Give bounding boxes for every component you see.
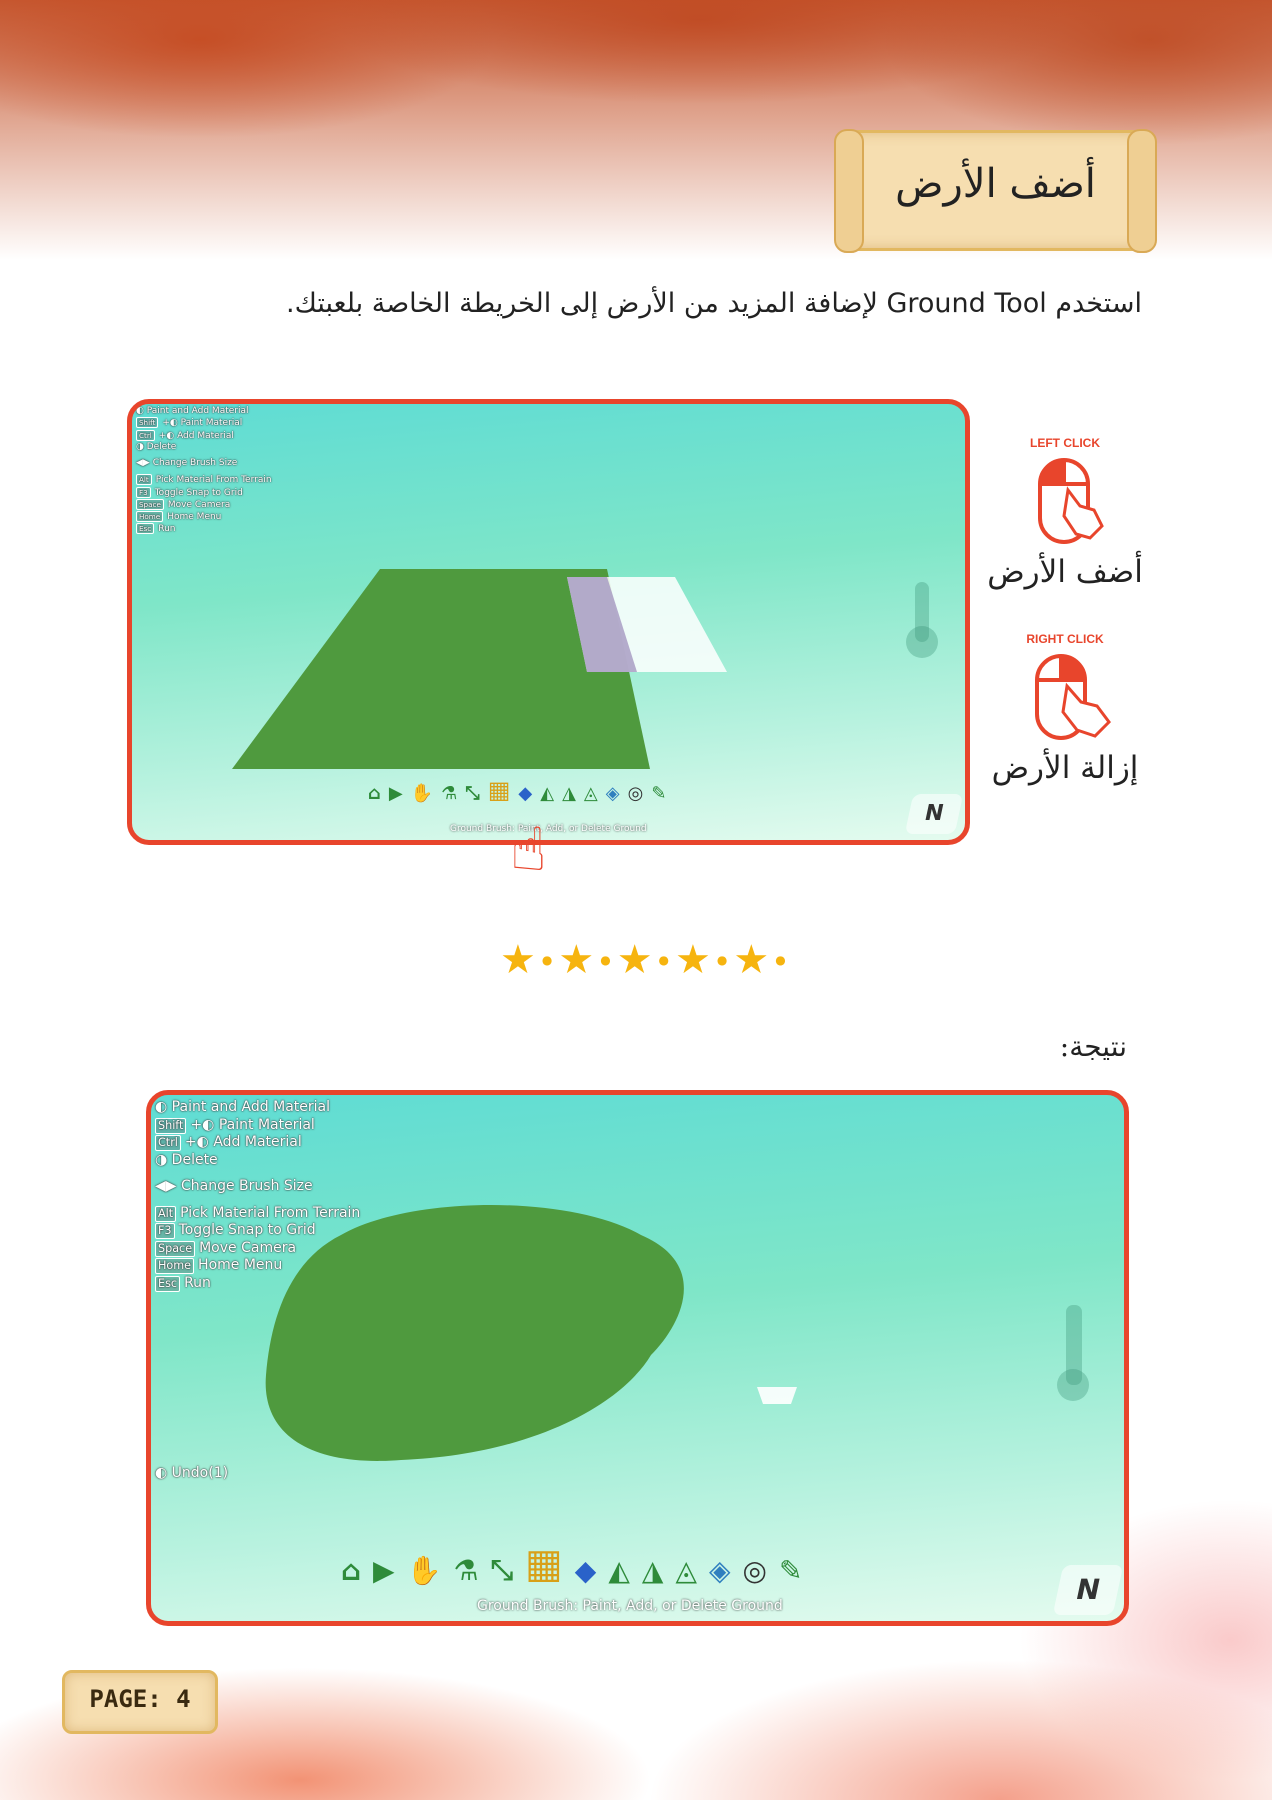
dot-icon: ● <box>600 953 611 967</box>
terrain-smooth-icon[interactable]: ◬ <box>584 783 598 804</box>
hand-icon[interactable]: ✋ <box>411 783 433 804</box>
tool-bar: ⌂ ▶ ✋ ⚗ ⤡ ▦ ◆ ◭ ◮ ◬ ◈ ◎ ✎ <box>341 1541 802 1587</box>
terrain-smooth-icon[interactable]: ◬ <box>675 1554 697 1587</box>
dot-icon: ● <box>775 953 786 967</box>
star-icon: ★ <box>733 937 770 983</box>
ground-brush-icon[interactable]: ▦ <box>525 1541 563 1587</box>
star-icon: ★ <box>558 937 595 983</box>
star-icon: ★ <box>675 937 711 983</box>
dot-icon: ● <box>541 953 553 967</box>
water-icon[interactable]: ◈ <box>606 783 620 804</box>
home-icon[interactable]: ⌂ <box>368 783 381 804</box>
terrain-lower-icon[interactable]: ◮ <box>562 783 576 804</box>
left-click-instruction: LEFT CLICK أضف الأرض <box>985 436 1145 590</box>
right-click-tag: RIGHT CLICK <box>1026 632 1104 646</box>
star-icon: ★ <box>500 937 536 983</box>
wrench-icon[interactable]: ✎ <box>779 1554 802 1587</box>
path-icon[interactable]: ⤡ <box>491 1553 513 1587</box>
tool-caption: Ground Brush: Paint, Add, or Delete Grou… <box>477 1598 783 1614</box>
right-click-instruction: RIGHT CLICK إزالة الأرض <box>985 632 1145 786</box>
mouse-right-click-icon <box>1035 654 1111 740</box>
play-icon[interactable]: ▶ <box>389 783 403 804</box>
right-click-label: إزالة الأرض <box>991 750 1139 786</box>
elevation-slider[interactable] <box>906 582 938 658</box>
dot-icon: ● <box>716 953 728 967</box>
title-scroll: أضف الأرض <box>834 129 1157 253</box>
eye-icon[interactable]: ◎ <box>628 783 644 804</box>
screenshot-ground-tool: ◐ Paint and Add Material Shift +◐ Paint M… <box>127 399 970 845</box>
path-icon[interactable]: ⤡ <box>465 783 479 804</box>
scroll-rod-right <box>1127 129 1157 253</box>
result-label: نتيجة: <box>1059 1030 1127 1063</box>
home-icon[interactable]: ⌂ <box>341 1554 361 1587</box>
terrain-raise-icon[interactable]: ◭ <box>608 1554 630 1587</box>
water-icon[interactable]: ◈ <box>709 1554 731 1587</box>
scroll-rod-left <box>834 129 864 253</box>
terrain-raise-icon[interactable]: ◭ <box>540 783 554 804</box>
play-icon[interactable]: ▶ <box>373 1554 395 1587</box>
ground-plane <box>232 569 727 769</box>
star-divider: ★ ● ★ ● ★ ● ★ ● ★ ● <box>500 940 786 980</box>
page-title: أضف الأرض <box>895 161 1096 207</box>
screenshot-result: ◐ Paint and Add Material Shift +◐ Paint M… <box>146 1090 1129 1626</box>
compass-icon[interactable]: N <box>904 794 964 834</box>
mouse-left-click-icon <box>1038 458 1104 544</box>
star-icon: ★ <box>616 937 653 983</box>
terrain-lower-icon[interactable]: ◮ <box>642 1554 664 1587</box>
intro-text: استخدم Ground Tool لإضافة المزيد من الأر… <box>286 288 1142 319</box>
eye-icon[interactable]: ◎ <box>743 1554 767 1587</box>
pointing-hand-icon: ☝ <box>510 815 547 885</box>
tool-caption: Ground Brush: Paint, Add, or Delete Grou… <box>450 824 647 834</box>
left-click-tag: LEFT CLICK <box>1030 436 1100 450</box>
ground-brush-icon[interactable]: ▦ <box>488 776 511 804</box>
compass-icon[interactable]: N <box>1052 1565 1124 1615</box>
undo-hint[interactable]: ◐ Undo(1) <box>155 1465 228 1481</box>
page-number: PAGE: 4 <box>89 1685 191 1713</box>
left-click-label: أضف الأرض <box>987 554 1143 590</box>
page-number-scroll: PAGE: 4 <box>62 1670 218 1734</box>
hand-icon[interactable]: ✋ <box>407 1554 442 1587</box>
tool-bar: ⌂ ▶ ✋ ⚗ ⤡ ▦ ◆ ◭ ◮ ◬ ◈ ◎ ✎ <box>368 776 666 804</box>
shapes-icon[interactable]: ◆ <box>518 783 532 804</box>
shapes-icon[interactable]: ◆ <box>575 1554 597 1587</box>
dot-icon: ● <box>658 953 670 967</box>
potion-icon[interactable]: ⚗ <box>453 1554 478 1587</box>
elevation-slider[interactable] <box>1057 1305 1089 1401</box>
potion-icon[interactable]: ⚗ <box>441 783 457 804</box>
wrench-icon[interactable]: ✎ <box>651 783 666 804</box>
